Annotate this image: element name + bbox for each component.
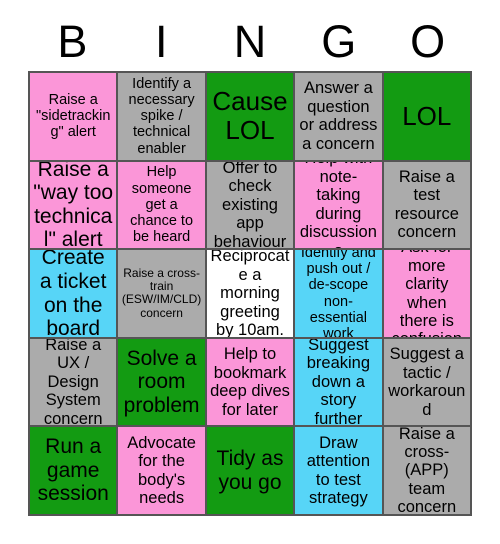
bingo-cell-r2c1[interactable]: Raise a "way too technical" alert <box>30 161 117 249</box>
bingo-card: B I N G O Raise a "sidetracking" alert Identi… <box>0 0 500 544</box>
bingo-cell-label: Raise a cross-(APP) team concern <box>397 427 457 514</box>
bingo-cell-label: Cause LOL <box>212 86 288 146</box>
bingo-cell-label: Identify a necessary spike / technical e… <box>128 75 195 157</box>
bingo-cell-r4c3[interactable]: Help to bookmark deep dives for later <box>206 338 294 426</box>
bingo-cell-r3c5[interactable]: Ask for more clarity when there is confu… <box>383 250 470 337</box>
bingo-cell-label: Offer to check existing app behaviour <box>213 161 287 249</box>
bingo-cell-label: Solve a room problem <box>123 346 200 417</box>
bingo-cell-r5c2[interactable]: Advocate for the body's needs <box>118 427 205 514</box>
bingo-header-letter-g: G <box>321 15 357 67</box>
bingo-cell-r2c4[interactable]: Help with note-taking during discussions <box>295 161 382 249</box>
bingo-header-letter-n: N <box>233 15 267 67</box>
bingo-cell-r5c3[interactable]: Tidy as you go <box>206 427 294 514</box>
bingo-cell-label: Ask for more clarity when there is confu… <box>391 250 462 337</box>
bingo-cell-r2c2[interactable]: Help someone get a chance to be heard <box>118 161 205 249</box>
bingo-cell-label: Help to bookmark deep dives for later <box>210 345 290 419</box>
bingo-cell-label: Draw attention to test strategy <box>306 433 371 508</box>
bingo-cell-r4c5[interactable]: Suggest a tactic / workaround <box>383 338 470 426</box>
bingo-header: BINGO <box>28 14 472 68</box>
bingo-cell-label: LOL <box>402 100 452 131</box>
bingo-cell-r3c3[interactable]: Reciprocate a morning greeting by 10am. <box>206 250 294 337</box>
bingo-cell-label: Tidy as you go <box>216 447 284 494</box>
bingo-cell-r1c2[interactable]: Identify a necessary spike / technical e… <box>118 73 205 160</box>
bingo-cell-label: Help someone get a chance to be heard <box>130 164 194 246</box>
bingo-cell-label: Help with note-taking during discussions <box>299 162 377 249</box>
bingo-cell-r2c5[interactable]: Raise a test resource concern <box>383 161 470 249</box>
bingo-cell-label: Answer a question or address a concern <box>299 79 378 153</box>
bingo-cell-r3c4[interactable]: Identify and push out / de-scope non-ess… <box>295 250 382 337</box>
bingo-cell-label: Suggest a tactic / workaround <box>388 345 466 419</box>
bingo-cell-r5c1[interactable]: Run a game session <box>30 427 117 514</box>
bingo-cell-r3c1[interactable]: Create a ticket on the board <box>30 250 117 337</box>
bingo-cell-label: Raise a "sidetracking" alert <box>35 91 111 141</box>
bingo-cell-label: Identify and push out / de-scope non-ess… <box>300 250 376 337</box>
bingo-header-letter-i: I <box>154 15 168 67</box>
bingo-cell-r4c4[interactable]: Suggest breaking down a story further <box>295 338 382 426</box>
bingo-cell-r3c2[interactable]: Raise a cross-train (ESW/IM/CLD) concern <box>118 250 205 337</box>
bingo-cell-label: Reciprocate a morning greeting by 10am. <box>210 250 290 337</box>
bingo-cell-label: Raise a UX / Design System concern <box>43 338 103 426</box>
bingo-cell-label: Suggest breaking down a story further <box>306 338 371 426</box>
bingo-cell-r1c3[interactable]: Cause LOL <box>206 73 294 160</box>
bingo-cell-r1c1[interactable]: Raise a "sidetracking" alert <box>30 73 117 160</box>
bingo-header-letter-o: O <box>410 15 446 67</box>
bingo-cell-r1c4[interactable]: Answer a question or address a concern <box>295 73 382 160</box>
bingo-cell-r4c2[interactable]: Solve a room problem <box>118 338 205 426</box>
bingo-cell-label: Raise a test resource concern <box>394 167 459 242</box>
bingo-grid: Raise a "sidetracking" alert Identify a n… <box>28 71 472 516</box>
bingo-cell-label: Run a game session <box>37 435 109 506</box>
bingo-cell-label: Advocate for the body's needs <box>127 433 196 508</box>
bingo-cell-r5c4[interactable]: Draw attention to test strategy <box>295 427 382 514</box>
bingo-cell-label: Create a ticket on the board <box>39 250 107 337</box>
bingo-cell-r4c1[interactable]: Raise a UX / Design System concern <box>30 338 117 426</box>
bingo-cell-r1c5[interactable]: LOL <box>383 73 470 160</box>
bingo-cell-label: Raise a "way too technical" alert <box>33 161 114 249</box>
bingo-cell-r5c5[interactable]: Raise a cross-(APP) team concern <box>383 427 470 514</box>
bingo-cell-r2c3[interactable]: Offer to check existing app behaviour <box>206 161 294 249</box>
bingo-cell-label: Raise a cross-train (ESW/IM/CLD) concern <box>121 265 202 320</box>
bingo-header-letter-b: B <box>57 15 88 67</box>
